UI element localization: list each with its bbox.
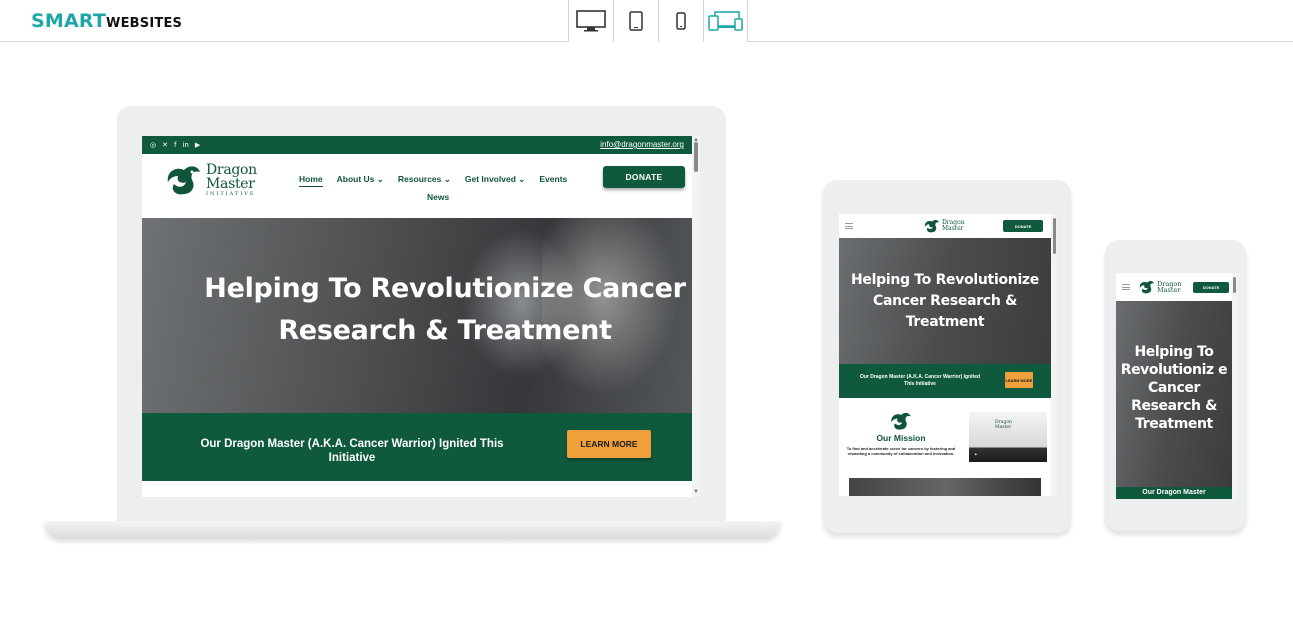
menu-item-about[interactable]: About Us ⌄ (337, 174, 384, 187)
facebook-icon[interactable]: f (174, 140, 176, 150)
laptop-screen: ◎ ✕ f in ▶ info@dragonmaster.org Dragon … (142, 136, 700, 497)
tablet-site-logo[interactable]: Dragon Master (923, 218, 965, 234)
learn-more-button[interactable]: LEARN MORE (567, 430, 651, 458)
tablet-mission-section: Our Mission To find and accelerate cures… (839, 398, 1051, 496)
menu-item-news[interactable]: News (427, 192, 449, 202)
tablet-learn-more-button[interactable]: LEARN MORE (1005, 372, 1033, 388)
phone-nav: Dragon Master DONATE (1116, 273, 1232, 301)
mission-text: To find and accelerate cures for cancers… (846, 446, 956, 456)
logo-line-2: Master (942, 225, 964, 232)
laptop-scrollbar[interactable]: ▲ ▼ (692, 136, 700, 497)
dragon-logo-icon (167, 166, 200, 195)
site-email-link[interactable]: info@dragonmaster.org (600, 140, 684, 149)
responsive-icon (707, 11, 743, 31)
top-bar: SMARTWEBSITES (0, 0, 1293, 42)
tablet-banner-text: Our Dragon Master (A.K.A. Cancer Warrior… (859, 374, 981, 387)
tablet-cta-banner: Our Dragon Master (A.K.A. Cancer Warrior… (839, 364, 1051, 398)
dragon-logo-icon (891, 412, 911, 430)
hamburger-menu-icon[interactable] (845, 223, 853, 229)
logo-line-3: INITIATIVE (206, 191, 256, 197)
tablet-donate-button[interactable]: DONATE (1003, 220, 1043, 232)
banner-text: Our Dragon Master (A.K.A. Cancer Warrior… (200, 438, 504, 464)
linkedin-icon[interactable]: in (182, 140, 188, 150)
logo-line-1: Dragon (206, 162, 257, 178)
logo-line-2: Master (1157, 286, 1181, 294)
brand-part-1: SMART (31, 10, 107, 32)
menu-label: Resources (397, 174, 442, 184)
site-menu: Home About Us ⌄ Resources ⌄ Get Involved… (299, 174, 567, 187)
phone-icon (676, 12, 686, 30)
chevron-down-icon: ⌄ (518, 174, 526, 184)
tablet-next-section-image (849, 478, 1041, 496)
phone-scrollbar[interactable] (1232, 273, 1238, 499)
cta-banner: Our Dragon Master (A.K.A. Cancer Warrior… (142, 413, 692, 481)
chevron-down-icon: ⌄ (376, 174, 384, 184)
laptop-base (44, 521, 781, 539)
scrollbar-thumb[interactable] (694, 142, 698, 172)
brand-logo[interactable]: SMARTWEBSITES (31, 10, 182, 32)
site-nav: Dragon Master INITIATIVE Home About Us ⌄… (142, 154, 692, 218)
phone-donate-button[interactable]: DONATE (1193, 282, 1229, 293)
dragon-logo-icon (1139, 280, 1155, 294)
x-icon[interactable]: ✕ (162, 140, 168, 150)
phone-logo-text: Dragon Master (1157, 281, 1181, 294)
desktop-icon (576, 10, 606, 32)
instagram-icon[interactable]: ◎ (150, 140, 156, 150)
tablet-icon (629, 11, 643, 31)
scrollbar-thumb[interactable] (1053, 218, 1056, 254)
social-icons: ◎ ✕ f in ▶ (150, 140, 200, 150)
desktop-view-button[interactable] (568, 0, 613, 42)
menu-item-home[interactable]: Home (299, 174, 323, 187)
phone-site-logo[interactable]: Dragon Master (1138, 279, 1181, 295)
hamburger-menu-icon[interactable] (1122, 284, 1130, 290)
video-play-icon[interactable]: ▶ (975, 452, 977, 456)
tablet-scrollbar[interactable] (1051, 214, 1057, 496)
youtube-icon[interactable]: ▶ (195, 140, 200, 150)
menu-label: Get Involved (464, 174, 516, 184)
menu-item-get-involved[interactable]: Get Involved ⌄ (465, 174, 526, 187)
site-logo[interactable]: Dragon Master INITIATIVE (164, 162, 257, 198)
menu-item-events[interactable]: Events (539, 174, 567, 187)
site-logo-text: Dragon Master INITIATIVE (206, 163, 257, 197)
logo-line-2: Master (995, 425, 1012, 430)
scroll-up-icon[interactable]: ▲ (692, 136, 700, 144)
phone-screen: Dragon Master DONATE Helping To Revolutio… (1116, 273, 1238, 499)
phone-cta-banner: Our Dragon Master (1116, 487, 1232, 499)
tablet-hero-title: Helping To Revolutionize Cancer Research… (851, 272, 1039, 330)
menu-item-resources[interactable]: Resources ⌄ (398, 174, 451, 187)
donate-button[interactable]: DONATE (603, 166, 685, 188)
menu-label: About Us (336, 174, 375, 184)
chevron-down-icon: ⌄ (443, 174, 451, 184)
hero-title: Helping To Revolutionize Cancer Research… (204, 273, 686, 346)
tablet-screen: Dragon Master DONATE Helping To Revolutio… (839, 214, 1057, 496)
responsive-view-button[interactable] (703, 0, 748, 42)
device-switcher (568, 0, 748, 42)
phone-hero: Helping To Revolutioniz e Cancer Researc… (1116, 301, 1232, 487)
phone-view-button[interactable] (658, 0, 703, 42)
brand-part-2: WEBSITES (106, 16, 183, 31)
logo-line-2: Master (206, 176, 255, 192)
video-logo-text: Dragon Master (995, 420, 1012, 430)
mission-title: Our Mission (876, 433, 926, 443)
site-top-strip: ◎ ✕ f in ▶ info@dragonmaster.org (142, 136, 692, 154)
hero-section: Helping To Revolutionize Cancer Research… (142, 218, 692, 413)
scroll-down-icon[interactable]: ▼ (692, 488, 700, 496)
mission-video-player[interactable]: Dragon Master ▶ (969, 412, 1047, 462)
phone-banner-text: Our Dragon Master (1142, 489, 1206, 496)
tablet-view-button[interactable] (613, 0, 658, 42)
tablet-logo-text: Dragon Master (942, 220, 965, 232)
phone-hero-title: Helping To Revolutioniz e Cancer Researc… (1120, 344, 1228, 432)
scrollbar-thumb[interactable] (1233, 277, 1236, 293)
dragon-logo-icon (924, 219, 940, 233)
tablet-hero: Helping To Revolutionize Cancer Research… (839, 238, 1051, 364)
tablet-nav: Dragon Master DONATE (839, 214, 1051, 238)
